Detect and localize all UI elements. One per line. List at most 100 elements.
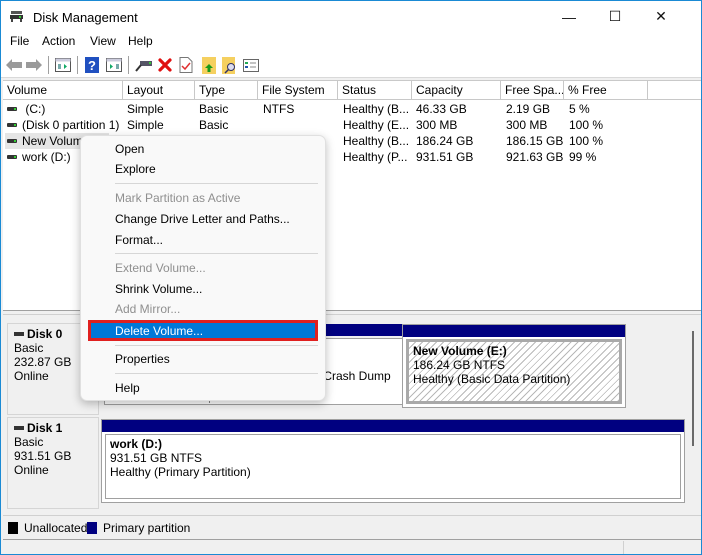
status-bar-divider [623, 541, 624, 554]
connect-disk-button[interactable] [135, 56, 153, 74]
column-header-type[interactable]: Type [195, 81, 258, 100]
free-space-cell: 2.19 GB [506, 102, 551, 116]
status-cell: Healthy (B... [343, 134, 410, 148]
volume-icon [7, 106, 17, 111]
column-header-status[interactable]: Status [338, 81, 412, 100]
disk-management-window: Disk Management — ☐ ✕ File Action View H… [0, 0, 702, 555]
menu-item-format[interactable]: Format... [115, 233, 163, 247]
legend-primary-partition: Primary partition [87, 521, 190, 535]
vertical-scrollbar[interactable] [692, 331, 694, 446]
percent-free-cell: 100 % [569, 118, 604, 132]
menu-item-help[interactable]: Help [115, 381, 140, 395]
menu-item-change-drive-letter[interactable]: Change Drive Letter and Paths... [115, 212, 290, 226]
capacity-cell: 46.33 GB [416, 102, 467, 116]
explore-folder-icon [222, 56, 235, 74]
volume-row[interactable]: (Disk 0 partition 1) Simple Basic Health… [3, 117, 701, 133]
partition-status: Healthy (Primary Partition) [110, 465, 251, 479]
disk-size: 931.51 GB [14, 449, 72, 463]
action-pane-icon [106, 58, 122, 72]
volume-cell: work (D:) [7, 149, 71, 165]
partition-color-bar [403, 325, 625, 337]
forward-button[interactable] [25, 56, 43, 74]
partition-size: 931.51 GB NTFS [110, 451, 203, 465]
volume-cell: (C:) [7, 101, 45, 117]
partition-color-bar [102, 420, 684, 432]
close-icon: ✕ [655, 8, 667, 24]
status-cell: Healthy (E... [343, 118, 410, 132]
title-bar[interactable]: Disk Management — ☐ ✕ [1, 1, 701, 32]
open-button[interactable] [200, 56, 218, 74]
unallocated-swatch [8, 521, 18, 534]
delete-button[interactable] [156, 56, 174, 74]
status-bar [3, 539, 701, 554]
volume-list-header: Volume Layout Type File System Status Ca… [3, 81, 701, 100]
menu-item-properties[interactable]: Properties [115, 352, 170, 366]
back-button[interactable] [5, 56, 23, 74]
free-space-cell: 186.15 GB [506, 134, 564, 148]
menu-item-explore[interactable]: Explore [115, 162, 156, 176]
column-header-free-space[interactable]: Free Spa... [501, 81, 564, 100]
maximize-button[interactable]: ☐ [592, 1, 638, 32]
disk-1-partition-work[interactable]: work (D:) 931.51 GB NTFS Healthy (Primar… [101, 419, 685, 503]
partition-body-selected: New Volume (E:) 186.24 GB NTFS Healthy (… [406, 339, 622, 404]
capacity-cell: 186.24 GB [416, 134, 474, 148]
svg-text:?: ? [88, 58, 96, 73]
volume-icon [7, 122, 17, 127]
capacity-cell: 300 MB [416, 118, 458, 132]
disk-name: Disk 1 [14, 421, 92, 435]
partition-size: 186.24 GB NTFS [413, 358, 506, 372]
volume-name: New Volum [22, 134, 83, 148]
legend: Unallocated Primary partition [3, 515, 701, 539]
menu-item-mark-partition-active: Mark Partition as Active [115, 191, 241, 205]
delete-icon [158, 58, 172, 72]
menu-item-delete-volume[interactable]: Delete Volume... [89, 321, 317, 340]
minimize-icon: — [562, 8, 576, 25]
volume-row[interactable]: (C:) Simple Basic NTFS Healthy (B... 46.… [3, 101, 701, 117]
properties-button[interactable] [177, 56, 195, 74]
help-icon: ? [85, 57, 99, 73]
toolbar: ? [1, 52, 701, 78]
column-header-percent-free[interactable]: % Free [564, 81, 648, 100]
toolbar-separator [128, 56, 129, 74]
list-view-button[interactable] [242, 56, 260, 74]
disk-1-label[interactable]: Disk 1 Basic 931.51 GB Online [7, 417, 99, 509]
menu-file[interactable]: File [10, 34, 29, 48]
column-header-capacity[interactable]: Capacity [412, 81, 501, 100]
disk-management-app-icon [10, 11, 23, 22]
volume-cell: (Disk 0 partition 1) [7, 117, 119, 133]
column-header-file-system[interactable]: File System [258, 81, 338, 100]
type-cell: Basic [199, 102, 229, 116]
explore-button[interactable] [221, 56, 239, 74]
status-cell: Healthy (P... [343, 150, 408, 164]
back-icon [6, 59, 22, 71]
menu-action[interactable]: Action [42, 34, 75, 48]
minimize-button[interactable]: — [546, 1, 592, 32]
menu-separator [115, 345, 318, 346]
capacity-cell: 931.51 GB [416, 150, 474, 164]
primary-partition-swatch [87, 521, 97, 534]
menu-item-shrink-volume[interactable]: Shrink Volume... [115, 282, 202, 296]
show-hide-console-tree-button[interactable] [54, 56, 72, 74]
status-cell: Healthy (B... [343, 102, 410, 116]
menu-view[interactable]: View [90, 34, 116, 48]
properties-check-icon [179, 57, 193, 73]
volume-icon [7, 138, 17, 143]
menu-item-open[interactable]: Open [115, 142, 144, 156]
disk-0-partition-new-volume[interactable]: New Volume (E:) 186.24 GB NTFS Healthy (… [402, 324, 626, 408]
type-cell: Basic [199, 118, 229, 132]
maximize-icon: ☐ [608, 8, 622, 24]
layout-cell: Simple [127, 118, 164, 132]
disk-icon [14, 331, 24, 336]
column-header-layout[interactable]: Layout [123, 81, 195, 100]
percent-free-cell: 5 % [569, 102, 590, 116]
menu-help[interactable]: Help [128, 34, 153, 48]
show-action-pane-button[interactable] [105, 56, 123, 74]
forward-icon [26, 59, 42, 71]
menu-item-extend-volume: Extend Volume... [115, 261, 206, 275]
volume-name: work (D:) [22, 150, 71, 164]
toolbar-separator [48, 56, 49, 74]
close-button[interactable]: ✕ [638, 1, 684, 32]
volume-icon [7, 154, 17, 159]
help-button[interactable]: ? [83, 56, 101, 74]
column-header-volume[interactable]: Volume [3, 81, 123, 100]
